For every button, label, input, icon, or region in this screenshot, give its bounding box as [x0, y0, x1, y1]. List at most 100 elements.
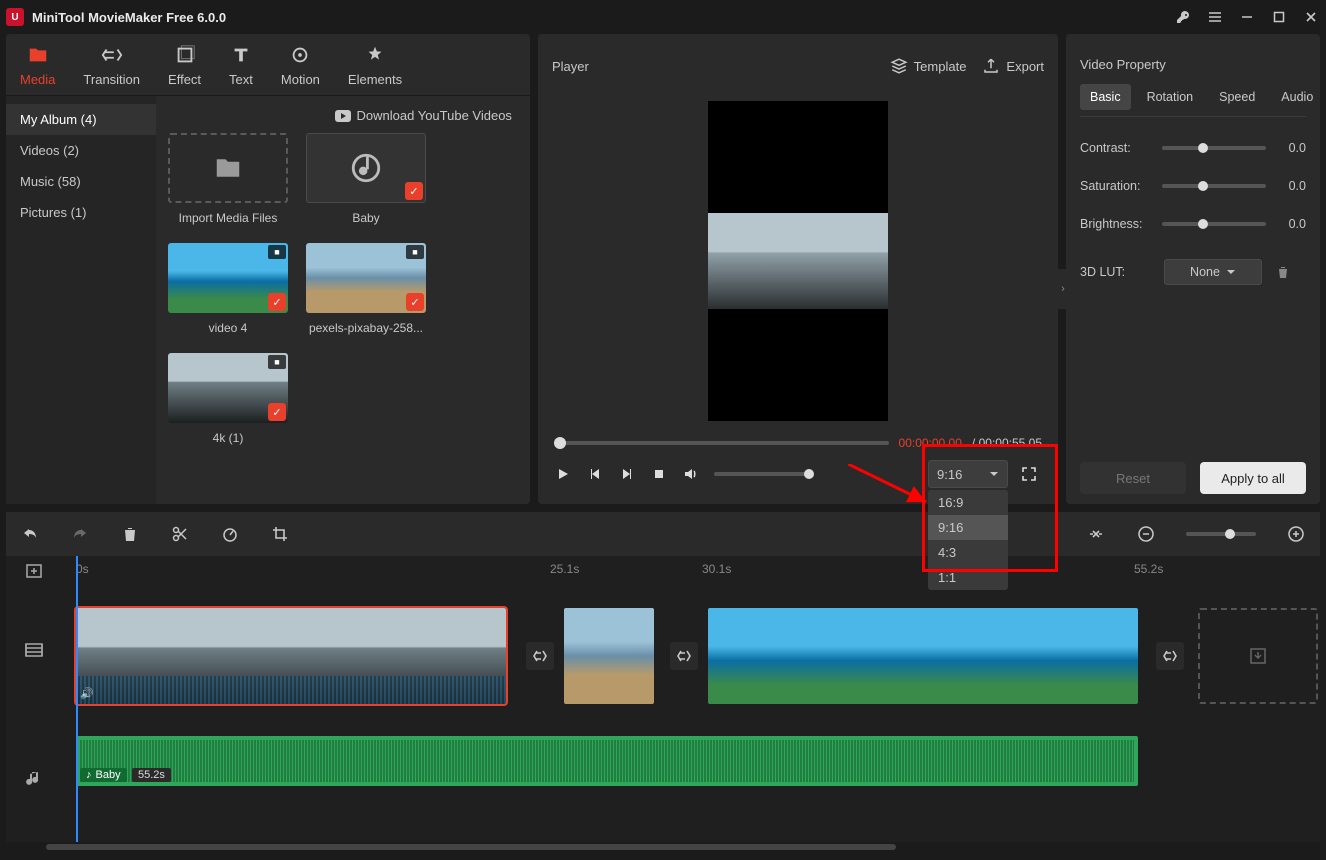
lut-select[interactable]: None — [1164, 259, 1262, 285]
player-panel: Player Template Export 00:00:00.00 / 00:… — [538, 34, 1058, 504]
timeline-panel: 0s 25.1s 30.1s 55.2s 🔊 — [6, 512, 1320, 852]
tab-text[interactable]: Text — [215, 34, 267, 95]
brightness-row: Brightness: 0.0 — [1080, 217, 1306, 231]
delete-icon[interactable] — [120, 524, 140, 544]
play-icon[interactable] — [554, 465, 572, 483]
next-icon[interactable] — [618, 465, 636, 483]
property-panel: › Video Property Basic Rotation Speed Au… — [1066, 34, 1320, 504]
brightness-slider[interactable] — [1162, 222, 1266, 226]
tab-motion-label: Motion — [281, 72, 320, 87]
tab-elements-label: Elements — [348, 72, 402, 87]
app-title: MiniTool MovieMaker Free 6.0.0 — [32, 10, 226, 25]
zoom-slider[interactable] — [1186, 532, 1256, 536]
prev-icon[interactable] — [586, 465, 604, 483]
property-tab-speed[interactable]: Speed — [1209, 84, 1265, 110]
tab-elements[interactable]: Elements — [334, 34, 416, 95]
aspect-option-4-3[interactable]: 4:3 — [928, 540, 1008, 565]
tab-media[interactable]: Media — [6, 34, 69, 95]
check-icon: ✓ — [406, 293, 424, 311]
aspect-option-16-9[interactable]: 16:9 — [928, 490, 1008, 515]
player-scrubber[interactable] — [554, 441, 889, 445]
tab-motion[interactable]: Motion — [267, 34, 334, 95]
split-icon[interactable] — [170, 524, 190, 544]
volume-icon[interactable] — [682, 465, 700, 483]
timeline-clip-1[interactable]: 🔊 — [76, 608, 506, 704]
tab-media-label: Media — [20, 72, 55, 87]
redo-icon[interactable] — [70, 524, 90, 544]
audio-track-icon — [6, 714, 62, 842]
timecode-current: 00:00:00.00 — [899, 436, 962, 450]
minimize-icon[interactable] — [1238, 8, 1256, 26]
player-title: Player — [552, 59, 589, 74]
export-button[interactable]: Export — [982, 57, 1044, 75]
transition-slot-3[interactable] — [1156, 642, 1184, 670]
template-button[interactable]: Template — [890, 57, 967, 75]
player-viewport[interactable] — [552, 90, 1044, 432]
property-tab-rotation[interactable]: Rotation — [1137, 84, 1204, 110]
fullscreen-icon[interactable] — [1016, 461, 1042, 487]
timeline-drop-slot[interactable] — [1198, 608, 1318, 704]
main-toolbar: Media Transition Effect Text Motion Elem… — [6, 34, 530, 96]
media-item-pexels[interactable]: ■✓ pexels-pixabay-258... — [306, 243, 426, 335]
upgrade-key-icon[interactable] — [1174, 8, 1192, 26]
zoom-out-icon[interactable] — [1136, 524, 1156, 544]
timeline-clip-3[interactable] — [708, 608, 1138, 704]
nav-music[interactable]: Music (58) — [6, 166, 156, 197]
media-item-4k[interactable]: ■✓ 4k (1) — [168, 353, 288, 445]
transition-slot-1[interactable] — [526, 642, 554, 670]
ruler-mark: 25.1s — [550, 562, 579, 576]
menu-icon[interactable] — [1206, 8, 1224, 26]
video-track-icon — [6, 586, 62, 714]
undo-icon[interactable] — [20, 524, 40, 544]
aspect-option-1-1[interactable]: 1:1 — [928, 565, 1008, 590]
lut-label: 3D LUT: — [1080, 265, 1152, 279]
check-icon: ✓ — [268, 293, 286, 311]
property-tab-audio[interactable]: Audio — [1271, 84, 1323, 110]
close-icon[interactable] — [1302, 8, 1320, 26]
nav-videos[interactable]: Videos (2) — [6, 135, 156, 166]
video-badge-icon: ■ — [268, 245, 286, 259]
timeline-scrollbar[interactable] — [6, 842, 1320, 852]
aspect-ratio-dropdown: 16:9 9:16 4:3 1:1 — [928, 490, 1008, 590]
timeline-clip-2[interactable] — [564, 608, 654, 704]
panel-collapse-icon[interactable]: › — [1056, 269, 1070, 309]
speed-icon[interactable] — [220, 524, 240, 544]
album-nav: My Album (4) Videos (2) Music (58) Pictu… — [6, 96, 156, 504]
volume-slider[interactable] — [714, 472, 814, 476]
lut-delete-icon[interactable] — [1274, 263, 1292, 281]
property-tab-basic[interactable]: Basic — [1080, 84, 1131, 110]
timeline-tracks[interactable]: 0s 25.1s 30.1s 55.2s 🔊 — [62, 556, 1320, 842]
timeline-audio-clip[interactable]: ♪Baby 55.2s — [76, 736, 1138, 786]
zoom-in-icon[interactable] — [1286, 524, 1306, 544]
download-youtube-icon[interactable] — [335, 110, 351, 122]
media-import[interactable]: Import Media Files — [168, 133, 288, 225]
add-track-icon[interactable] — [6, 556, 62, 586]
tab-effect-label: Effect — [168, 72, 201, 87]
tab-effect[interactable]: Effect — [154, 34, 215, 95]
chevron-down-icon — [989, 469, 999, 479]
transition-slot-2[interactable] — [670, 642, 698, 670]
crop-icon[interactable] — [270, 524, 290, 544]
nav-my-album[interactable]: My Album (4) — [6, 104, 156, 135]
playhead[interactable] — [76, 556, 78, 842]
video-badge-icon: ■ — [268, 355, 286, 369]
contrast-row: Contrast: 0.0 — [1080, 141, 1306, 155]
tab-transition[interactable]: Transition — [69, 34, 154, 95]
fit-icon[interactable] — [1086, 524, 1106, 544]
aspect-option-9-16[interactable]: 9:16 — [928, 515, 1008, 540]
media-item-video4[interactable]: ■✓ video 4 — [168, 243, 288, 335]
saturation-slider[interactable] — [1162, 184, 1266, 188]
apply-all-button[interactable]: Apply to all — [1200, 462, 1306, 494]
reset-button[interactable]: Reset — [1080, 462, 1186, 494]
download-youtube-link[interactable]: Download YouTube Videos — [357, 108, 512, 123]
maximize-icon[interactable] — [1270, 8, 1288, 26]
media-grid: Import Media Files ✓ Baby ■✓ video 4 ■✓ … — [168, 133, 518, 445]
clip-audio-icon: 🔊 — [80, 687, 94, 700]
aspect-ratio-select[interactable]: 9:16 — [928, 460, 1008, 488]
nav-pictures[interactable]: Pictures (1) — [6, 197, 156, 228]
stop-icon[interactable] — [650, 465, 668, 483]
media-item-baby[interactable]: ✓ Baby — [306, 133, 426, 225]
contrast-slider[interactable] — [1162, 146, 1266, 150]
saturation-row: Saturation: 0.0 — [1080, 179, 1306, 193]
chevron-down-icon — [1226, 267, 1236, 277]
